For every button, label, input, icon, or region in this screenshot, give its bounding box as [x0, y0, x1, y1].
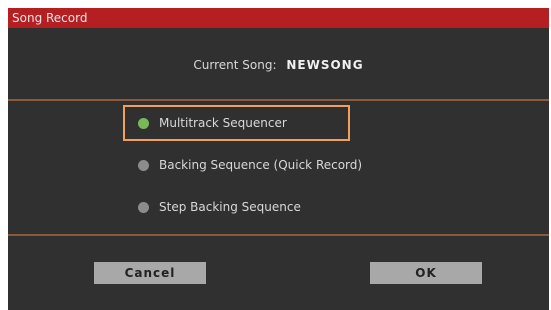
radio-selected-icon [138, 117, 149, 129]
song-record-dialog: Song Record Current Song: NEWSONG Multit… [8, 8, 549, 310]
current-song-label: Current Song: [193, 58, 277, 72]
option-label: Backing Sequence (Quick Record) [159, 158, 363, 172]
option-multitrack-sequencer[interactable]: Multitrack Sequencer [134, 112, 287, 134]
current-song-name: NEWSONG [286, 58, 364, 72]
radio-icon [138, 159, 149, 171]
ok-button[interactable]: OK [370, 262, 482, 284]
option-backing-sequence[interactable]: Backing Sequence (Quick Record) [134, 154, 362, 176]
option-label: Multitrack Sequencer [159, 116, 287, 130]
radio-icon [138, 201, 149, 213]
current-song-row: Current Song: NEWSONG [8, 58, 549, 72]
bottom-divider [8, 234, 549, 236]
top-divider [8, 99, 549, 101]
option-label: Step Backing Sequence [159, 200, 301, 214]
option-step-backing-sequence[interactable]: Step Backing Sequence [134, 196, 301, 218]
dialog-title: Song Record [12, 11, 88, 25]
cancel-button[interactable]: Cancel [94, 262, 206, 284]
title-bar: Song Record [8, 8, 549, 28]
